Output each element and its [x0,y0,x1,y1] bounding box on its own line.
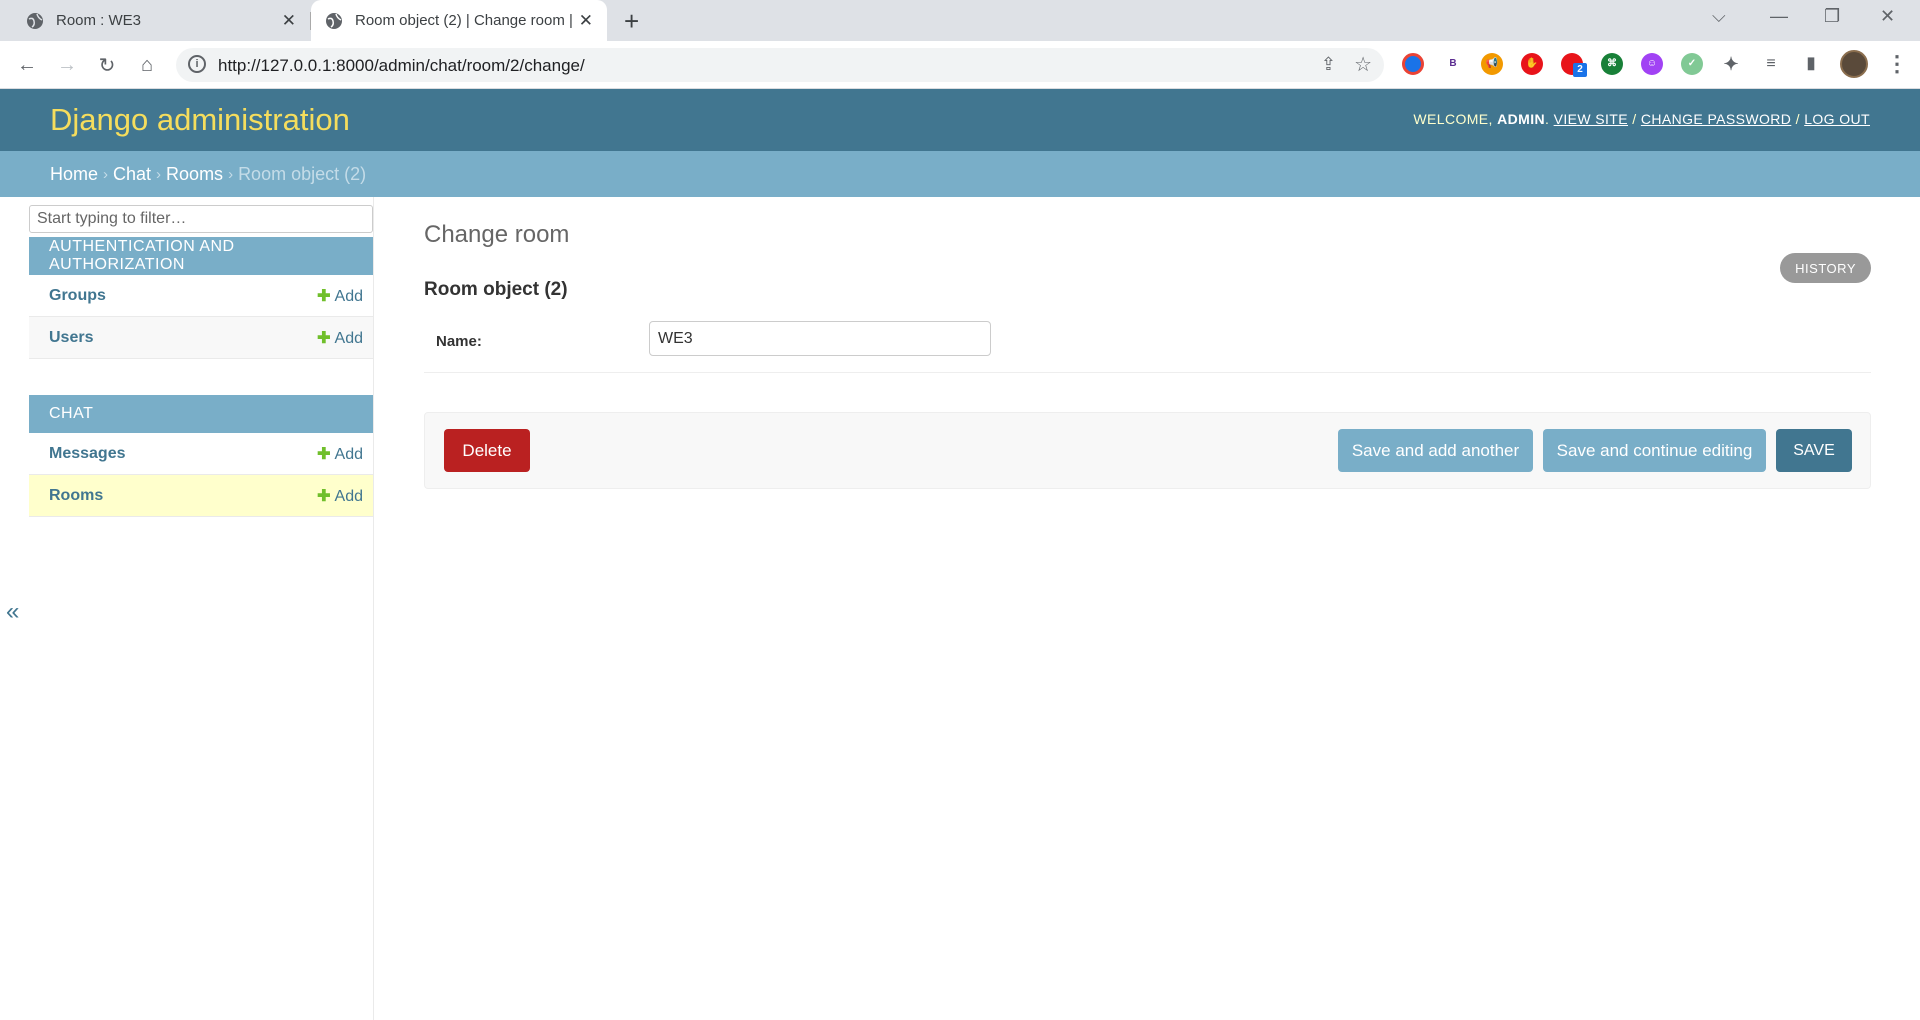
url-text: http://127.0.0.1:8000/admin/chat/room/2/… [218,56,585,75]
close-tab-icon[interactable]: ✕ [579,11,593,31]
extension-badge-count: 2 [1573,63,1587,77]
model-link[interactable]: Rooms [49,487,103,505]
reload-icon[interactable]: ↻ [93,51,121,79]
nav-filter-input[interactable] [29,205,373,233]
breadcrumb: Home › Chat › Rooms › Room object (2) [0,151,1920,197]
close-window-icon[interactable]: ✕ [1880,6,1895,27]
reading-list-icon[interactable]: ≡ [1760,53,1782,75]
tab-title: Room object (2) | Change room | [355,12,573,29]
extension-stop-icon[interactable]: ✋ [1521,53,1543,75]
browser-toolbar: ← → ↻ ⌂ i http://127.0.0.1:8000/admin/ch… [0,41,1920,89]
history-button[interactable]: HISTORY [1780,253,1871,283]
submit-row: Delete Save and add another Save and con… [424,412,1871,489]
address-bar[interactable]: i http://127.0.0.1:8000/admin/chat/room/… [176,48,1384,82]
breadcrumb-model[interactable]: Rooms [166,164,223,185]
extension-html-icon[interactable]: ⌘ [1601,53,1623,75]
add-label: Add [334,329,363,347]
nav-sidebar: AUTHENTICATION AND AUTHORIZATION Groups … [28,197,374,1020]
plus-icon: ✚ [317,287,331,305]
share-icon[interactable]: ⇪ [1321,54,1336,75]
restore-icon[interactable]: ❐ [1824,6,1840,27]
minimize-icon[interactable]: — [1770,6,1788,27]
view-site-link[interactable]: VIEW SITE [1554,111,1628,127]
add-link[interactable]: ✚ Add [317,486,363,506]
extension-b-icon[interactable]: B [1442,53,1464,75]
globe-icon [27,12,43,29]
save-button[interactable]: SAVE [1776,429,1852,472]
name-form-row: Name: [424,321,1871,373]
module-caption[interactable]: AUTHENTICATION AND AUTHORIZATION [29,237,373,275]
breadcrumb-separator: › [103,165,109,183]
breadcrumb-separator: › [156,165,162,183]
model-link[interactable]: Users [49,329,93,347]
plus-icon: ✚ [317,329,331,347]
toggle-sidebar-button[interactable]: « [6,598,19,626]
page-title: Change room [424,221,570,248]
save-and-continue-button[interactable]: Save and continue editing [1543,429,1766,472]
tab-title: Room : WE3 [56,12,142,29]
user-tools: WELCOME, ADMIN. VIEW SITE / CHANGE PASSW… [1413,111,1870,127]
module-caption[interactable]: CHAT [29,395,373,433]
new-tab-button[interactable]: + [624,6,639,37]
sidebar-item-messages: Messages ✚ Add [29,433,373,475]
close-tab-icon[interactable]: ✕ [282,11,296,31]
extension-color-icon[interactable] [1402,53,1424,75]
sidebar-item-users: Users ✚ Add [29,317,373,359]
object-title: Room object (2) [424,279,568,300]
welcome-text: WELCOME, [1413,111,1498,127]
browser-tab[interactable]: Room : WE3 ✕ [0,0,310,41]
save-and-add-another-button[interactable]: Save and add another [1338,429,1533,472]
add-link[interactable]: ✚ Add [317,286,363,306]
add-label: Add [334,287,363,305]
add-label: Add [334,487,363,505]
browser-tab-active[interactable]: Room object (2) | Change room | ✕ [311,0,607,41]
profile-avatar[interactable] [1840,50,1868,78]
add-label: Add [334,445,363,463]
extension-check-icon[interactable]: ✓ [1681,53,1703,75]
home-icon[interactable]: ⌂ [133,51,161,79]
forward-icon[interactable]: → [53,51,81,79]
delete-button[interactable]: Delete [444,429,530,472]
change-password-link[interactable]: CHANGE PASSWORD [1641,111,1791,127]
breadcrumb-current: Room object (2) [238,163,367,184]
side-panel-icon[interactable]: ▮ [1800,53,1822,75]
plus-icon: ✚ [317,445,331,463]
model-link[interactable]: Groups [49,287,106,305]
sidebar-item-rooms: Rooms ✚ Add [29,475,373,517]
breadcrumb-separator: › [228,165,234,183]
extension-megaphone-icon[interactable]: 📢 [1481,53,1503,75]
extension-badge-icon[interactable]: 2 [1561,53,1587,77]
back-icon[interactable]: ← [13,51,41,79]
globe-icon [326,12,342,29]
site-info-icon[interactable]: i [188,55,206,73]
model-link[interactable]: Messages [49,445,126,463]
username: ADMIN [1497,111,1546,127]
module-auth: AUTHENTICATION AND AUTHORIZATION Groups … [29,237,373,359]
add-link[interactable]: ✚ Add [317,444,363,464]
plus-icon: ✚ [317,487,331,505]
browser-tab-bar: Room : WE3 ✕ Room object (2) | Change ro… [0,0,1920,41]
sidebar-item-groups: Groups ✚ Add [29,275,373,317]
name-label: Name: [436,333,482,350]
tab-search-icon[interactable]: ⌵ [1712,6,1726,27]
breadcrumb-app[interactable]: Chat [113,164,151,185]
more-menu-icon[interactable]: ⋮ [1886,51,1908,77]
admin-header: Django administration WELCOME, ADMIN. VI… [0,89,1920,151]
add-link[interactable]: ✚ Add [317,328,363,348]
bookmark-star-icon[interactable]: ☆ [1354,52,1372,77]
breadcrumb-home[interactable]: Home [50,164,98,185]
log-out-link[interactable]: LOG OUT [1804,111,1870,127]
module-chat: CHAT Messages ✚ Add Rooms ✚ Add [29,395,373,517]
site-branding[interactable]: Django administration [50,102,350,138]
extension-face-icon[interactable]: ☺ [1641,53,1663,75]
extensions-puzzle-icon[interactable]: ✦ [1720,53,1742,75]
name-field[interactable] [649,321,991,356]
